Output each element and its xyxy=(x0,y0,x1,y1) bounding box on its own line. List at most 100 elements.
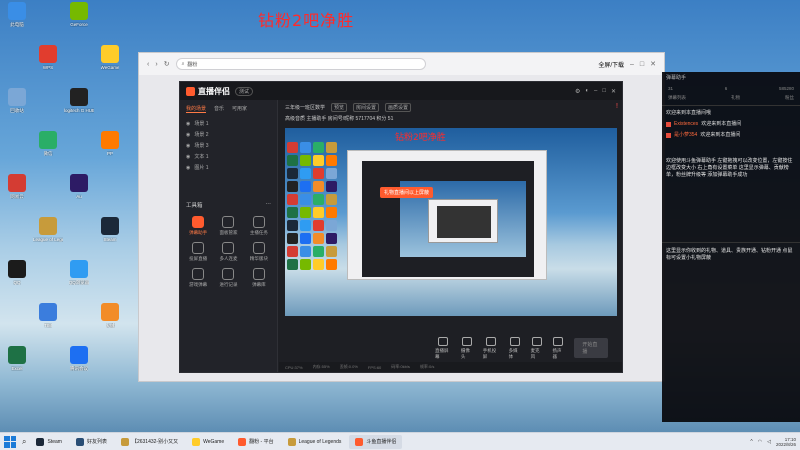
toolbox-item[interactable]: 投屏直播 xyxy=(184,242,212,262)
sidebar-tab[interactable]: 音乐 xyxy=(214,105,224,113)
desktop-icon[interactable]: Au xyxy=(64,174,94,212)
eye-icon[interactable]: ◉ xyxy=(186,132,190,138)
desktop-icon[interactable]: Excel xyxy=(2,346,32,384)
taskbar-app[interactable]: WeGame xyxy=(186,435,230,449)
toolbox-item[interactable]: 主播任务 xyxy=(245,216,273,236)
refresh-icon[interactable]: ↻ xyxy=(164,60,170,68)
browser-window[interactable]: ‹ › ↻ ⌕ 翻粉 全屏/下载 – □ ✕ 直播伴侣 测试 ⚙ ◐ – □ ✕ xyxy=(138,52,665,382)
scene-item[interactable]: ◉ 图片 1 xyxy=(180,162,277,173)
tool-label: 主播任务 xyxy=(249,230,268,235)
preview-app-icon xyxy=(313,155,324,166)
version-badge[interactable]: 测试 xyxy=(235,86,254,96)
live-companion-window[interactable]: 直播伴侣 测试 ⚙ ◐ – □ ✕ 我的场景 音乐 可用家 ◉ 场景 1 ◉ 场景 2 ◉ 场… xyxy=(179,81,623,373)
preview-app-icon xyxy=(287,259,298,270)
status-item: CPU:37% xyxy=(285,364,303,370)
taskbar-app[interactable]: 斗鱼直播伴侣 xyxy=(349,434,403,449)
tab-danmaku[interactable]: 弹幕列表 xyxy=(668,95,686,101)
settings-icon[interactable]: ⚙ xyxy=(575,88,580,95)
desktop-icon[interactable]: TIM xyxy=(33,303,63,341)
taskbar-app[interactable]: 翻粉 - 平台 xyxy=(232,435,279,449)
app-minimize-icon[interactable]: – xyxy=(594,88,597,94)
source-button[interactable]: 扬声器 xyxy=(552,336,564,360)
app-close-icon[interactable]: ✕ xyxy=(611,88,616,95)
scene-item[interactable]: ◉ 场景 2 xyxy=(180,129,277,140)
toolbox-item[interactable]: 进行记录 xyxy=(214,268,242,288)
info-chip[interactable]: 预览 xyxy=(331,103,348,112)
tray-chevron-icon[interactable]: ^ xyxy=(750,439,752,445)
desktop-icon[interactable]: PP xyxy=(95,131,125,169)
desktop-icon[interactable]: 火绒 xyxy=(95,303,125,341)
desktop-icon[interactable]: 此电脑 xyxy=(2,2,32,40)
toolbox-more-icon[interactable]: ⋯ xyxy=(266,201,272,209)
stream-preview[interactable]: 钻粉2吧净胜 礼物直播间以上屏蔽 xyxy=(285,128,617,316)
desktop-icon[interactable]: Steam xyxy=(95,217,125,255)
scene-item[interactable]: ◉ 场景 3 xyxy=(180,140,277,151)
browser-menu-label[interactable]: 全屏/下载 xyxy=(598,60,624,69)
close-icon[interactable]: ✕ xyxy=(650,60,656,68)
toolbox-item[interactable]: 游戏弹幕 xyxy=(184,268,212,288)
network-icon[interactable]: ◠ xyxy=(758,439,762,445)
volume-icon[interactable]: ◁ xyxy=(767,439,771,445)
tool-label: 进行记录 xyxy=(219,282,238,287)
desktop-icon[interactable]: 网易云 xyxy=(2,174,32,212)
sidebar-tab[interactable]: 我的场景 xyxy=(186,105,207,113)
danmaku-assistant-panel[interactable]: 弹幕助手 31 6 585280 弹幕列表 礼物 粉丝 欢迎来到本直播间哦 Ex… xyxy=(662,72,800,422)
tab-gifts[interactable]: 礼物 xyxy=(731,95,740,101)
info-chip[interactable]: 房间设置 xyxy=(353,103,380,112)
tab-fans[interactable]: 粉丝 xyxy=(785,95,794,101)
toolbox-item[interactable]: 多人连麦 xyxy=(214,242,242,262)
source-button[interactable]: 多媒体 xyxy=(509,336,521,360)
toolbox-item[interactable]: 弹幕助手 xyxy=(184,216,212,236)
start-live-button[interactable]: 开始直播 xyxy=(574,338,609,358)
room-title[interactable]: 三年级一班区数学 xyxy=(285,104,325,111)
desktop-icon[interactable]: 腾讯会议 xyxy=(64,346,94,384)
desktop-icon[interactable]: 回收站 xyxy=(2,88,32,126)
address-bar[interactable]: ⌕ 翻粉 xyxy=(175,58,426,70)
taskbar-app[interactable]: League of Legends xyxy=(282,435,348,449)
minimize-icon[interactable]: – xyxy=(630,61,634,68)
eye-icon[interactable]: ◉ xyxy=(186,165,190,171)
preview-app-icon xyxy=(300,194,311,205)
back-icon[interactable]: ‹ xyxy=(147,61,149,68)
source-button[interactable]: 手机投屏 xyxy=(483,336,499,360)
source-button[interactable]: 麦克风 xyxy=(530,336,543,360)
desktop-icon[interactable]: 微信 xyxy=(33,131,63,169)
chat-username[interactable]: Existences xyxy=(674,121,698,128)
scene-item[interactable]: ◉ 场景 1 xyxy=(180,118,277,129)
toolbox-item[interactable]: 面板管家 xyxy=(214,216,242,236)
forward-icon[interactable]: › xyxy=(155,61,157,68)
desktop-icon[interactable]: WeGame xyxy=(95,45,125,83)
desktop-icon[interactable]: QQ xyxy=(2,260,32,298)
chat-username[interactable]: 是小萝354 xyxy=(674,132,697,139)
source-button[interactable]: 摄像头 xyxy=(461,336,473,360)
eye-icon[interactable]: ◉ xyxy=(186,121,190,127)
taskbar-app-list: Steam 好友列表 【2631432-别小又又 WeGame 翻粉 - 平台 Leagu… xyxy=(30,434,403,449)
search-icon[interactable]: ⌕ xyxy=(22,437,26,447)
sidebar-tab[interactable]: 可用家 xyxy=(232,105,247,113)
toolbox-item[interactable]: 弹幕库 xyxy=(245,268,273,288)
preview-app-icon xyxy=(300,220,311,231)
desktop-icon[interactable]: QQ浏览器 xyxy=(64,260,94,298)
tool-label: 弹幕助手 xyxy=(189,230,208,235)
scene-item[interactable]: ◉ 文本 1 xyxy=(180,151,277,162)
preview-app-icon xyxy=(313,233,324,244)
desktop-icon[interactable]: League of Legends xyxy=(33,217,63,255)
eye-icon[interactable]: ◉ xyxy=(186,143,190,149)
clock[interactable]: 17:10 2022/8/26 xyxy=(776,437,796,447)
desktop-icon[interactable]: WPS xyxy=(33,45,63,83)
eye-icon[interactable]: ◉ xyxy=(186,154,190,160)
taskbar-app[interactable]: 好友列表 xyxy=(70,435,113,449)
info-chip[interactable]: 画质设置 xyxy=(385,103,412,112)
taskbar-app[interactable]: 【2631432-别小又又 xyxy=(115,435,184,449)
windows-start-icon[interactable] xyxy=(4,435,16,448)
source-label: 麦克风 xyxy=(530,347,540,359)
source-button[interactable]: 直播屏幕 xyxy=(435,336,451,360)
desktop-icon[interactable]: logitech G HUB xyxy=(64,88,94,126)
taskbar-app[interactable]: Steam xyxy=(30,435,67,449)
warning-icon[interactable]: ! xyxy=(616,103,618,110)
skin-icon[interactable]: ◐ xyxy=(585,88,589,94)
app-maximize-icon[interactable]: □ xyxy=(602,88,606,94)
toolbox-item[interactable]: 精华版块 xyxy=(245,242,273,262)
desktop-icon[interactable]: GeForce xyxy=(64,2,94,40)
maximize-icon[interactable]: □ xyxy=(640,61,644,68)
